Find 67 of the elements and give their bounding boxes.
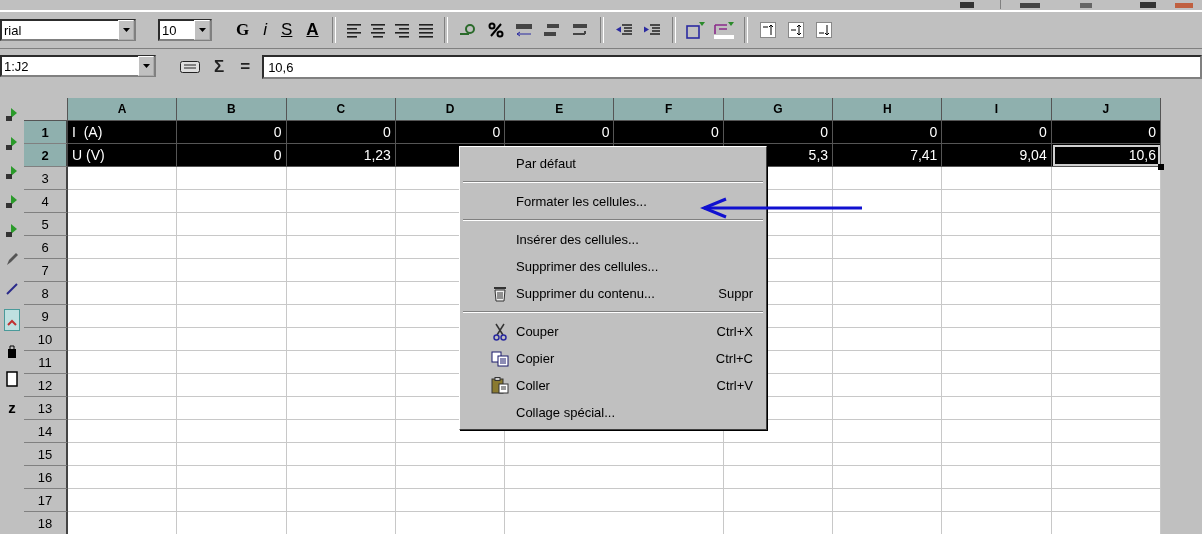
menu-item[interactable]: Copier Ctrl+C	[460, 345, 766, 372]
menu-item[interactable]: Insérer des cellules...	[460, 226, 766, 253]
table-cell: 0	[505, 121, 615, 144]
menu-item[interactable]: Supprimer du contenu... Suppr	[460, 280, 766, 307]
column-header: I	[942, 98, 1052, 121]
table-cell: 1,23	[286, 144, 396, 167]
menu-item[interactable]: Supprimer des cellules...	[460, 253, 766, 280]
row-header: 6	[24, 236, 68, 259]
row-header: 11	[24, 351, 68, 374]
column-header: J	[1051, 98, 1161, 121]
formula-input[interactable]: 10,6	[262, 55, 1202, 79]
table-cell: 0	[833, 121, 943, 144]
row-header: 3	[24, 167, 68, 190]
row-header: 13	[24, 397, 68, 420]
shortcut-label: Suppr	[718, 286, 753, 301]
equals-button[interactable]: =	[236, 55, 255, 79]
table-cell: 0	[942, 121, 1052, 144]
table-cell: 0	[177, 121, 287, 144]
row-header: 5	[24, 213, 68, 236]
sum-button[interactable]: Σ	[210, 55, 229, 79]
row-header: 17	[24, 489, 68, 512]
menu-item[interactable]: Formater les cellules...	[460, 188, 766, 215]
menu-item[interactable]: Couper Ctrl+X	[460, 318, 766, 345]
table-cell: 0	[395, 121, 506, 144]
row-header: 7	[24, 259, 68, 282]
table-cell: 0	[614, 121, 724, 144]
menu-item[interactable]: Coller Ctrl+V	[460, 372, 766, 399]
table-cell: I (A)	[68, 121, 178, 144]
row-header: 10	[24, 328, 68, 351]
column-header: E	[505, 98, 615, 121]
column-header: F	[614, 98, 724, 121]
name-box[interactable]: 1:J2	[0, 55, 156, 77]
row-header: 18	[24, 512, 68, 534]
font-size-field[interactable]: 10	[158, 19, 212, 41]
table-cell: 10,6	[1051, 144, 1161, 167]
bold-button[interactable]: G	[232, 20, 254, 40]
underline-button[interactable]: S	[277, 20, 297, 40]
table-cell: 0	[286, 121, 396, 144]
table-cell: 0	[1051, 121, 1161, 144]
row-header: 8	[24, 282, 68, 305]
column-header: B	[177, 98, 287, 121]
menu-item[interactable]: Collage spécial...	[460, 399, 766, 426]
row-header: 1	[24, 121, 68, 144]
font-name-field[interactable]: rial	[0, 19, 136, 41]
table-cell: 0	[177, 144, 287, 167]
column-header: C	[286, 98, 396, 121]
sort-button[interactable]: z	[8, 400, 16, 416]
table-cell: 0	[723, 121, 834, 144]
row-header: 12	[24, 374, 68, 397]
italic-button[interactable]: i	[259, 20, 271, 40]
column-header: D	[395, 98, 506, 121]
row-header: 15	[24, 443, 68, 466]
font-color-button[interactable]: A	[302, 20, 323, 40]
table-cell: U (V)	[68, 144, 178, 167]
row-header: 4	[24, 190, 68, 213]
table-cell: 9,04	[942, 144, 1052, 167]
row-header: 2	[24, 144, 68, 167]
shortcut-label: Ctrl+V	[716, 378, 753, 393]
column-header: H	[833, 98, 943, 121]
column-header: A	[68, 98, 178, 121]
shortcut-label: Ctrl+C	[715, 351, 753, 366]
table-cell: 7,41	[833, 144, 943, 167]
row-header: 9	[24, 305, 68, 328]
column-header: G	[723, 98, 834, 121]
shortcut-label: Ctrl+X	[716, 324, 753, 339]
row-header: 16	[24, 466, 68, 489]
row-header: 14	[24, 420, 68, 443]
